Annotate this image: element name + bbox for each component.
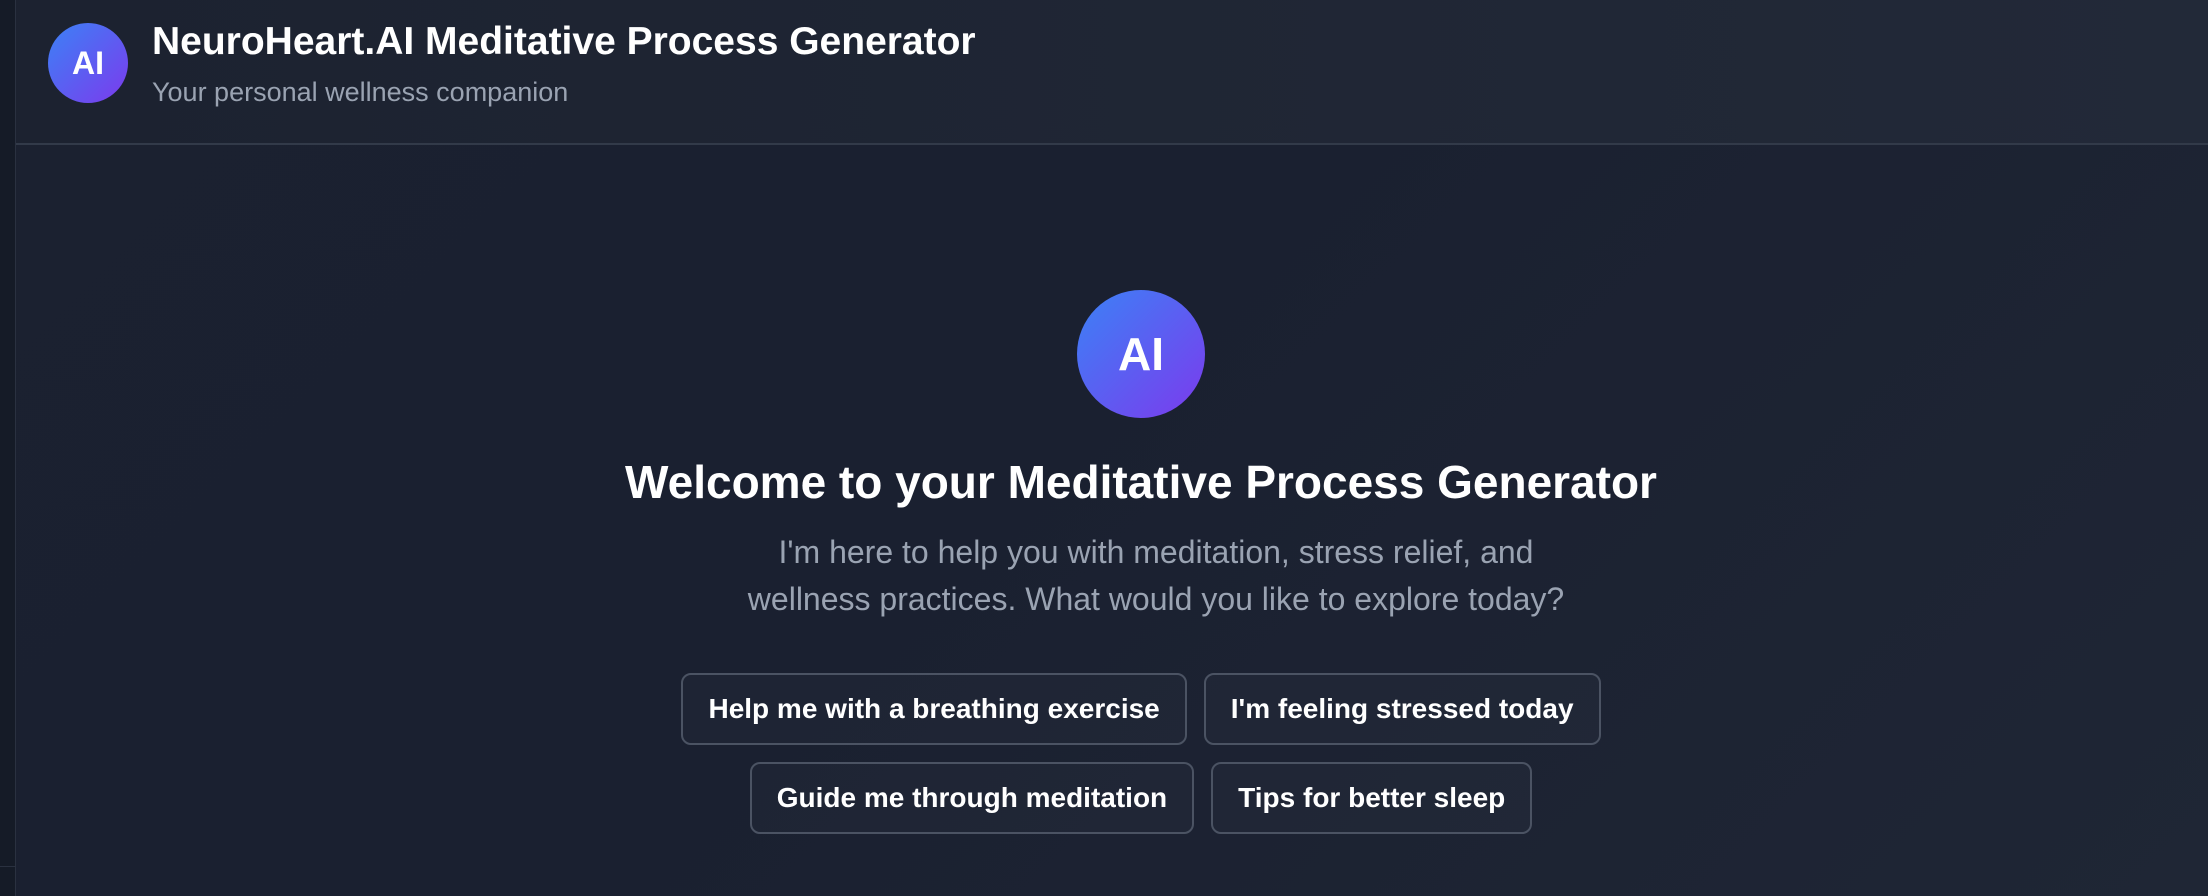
welcome-panel: AI Welcome to your Meditative Process Ge… xyxy=(16,143,2208,896)
suggestion-row: Help me with a breathing exercise I'm fe… xyxy=(681,673,1601,745)
app-title: NeuroHeart.AI Meditative Process Generat… xyxy=(152,20,976,63)
suggestion-guided-meditation-button[interactable]: Guide me through meditation xyxy=(749,762,1195,834)
suggestion-list: Help me with a breathing exercise I'm fe… xyxy=(16,673,2208,834)
welcome-description: I'm here to help you with meditation, st… xyxy=(747,534,1565,617)
suggestion-feeling-stressed-button[interactable]: I'm feeling stressed today xyxy=(1203,673,1601,745)
welcome-title: Welcome to your Meditative Process Gener… xyxy=(625,456,1657,508)
app-subtitle: Your personal wellness companion xyxy=(152,77,569,107)
app-header: AI NeuroHeart.AI Meditative Process Gene… xyxy=(16,0,2208,145)
suggestion-breathing-exercise-button[interactable]: Help me with a breathing exercise xyxy=(681,673,1187,745)
suggestion-row: Guide me through meditation Tips for bet… xyxy=(749,762,1533,834)
left-panel-divider xyxy=(0,866,15,867)
left-panel-edge xyxy=(0,0,16,896)
app-container: AI NeuroHeart.AI Meditative Process Gene… xyxy=(16,0,2208,896)
ai-avatar-icon: AI xyxy=(48,23,128,103)
suggestion-better-sleep-button[interactable]: Tips for better sleep xyxy=(1211,762,1533,834)
ai-avatar-large-icon: AI xyxy=(1077,290,1205,418)
